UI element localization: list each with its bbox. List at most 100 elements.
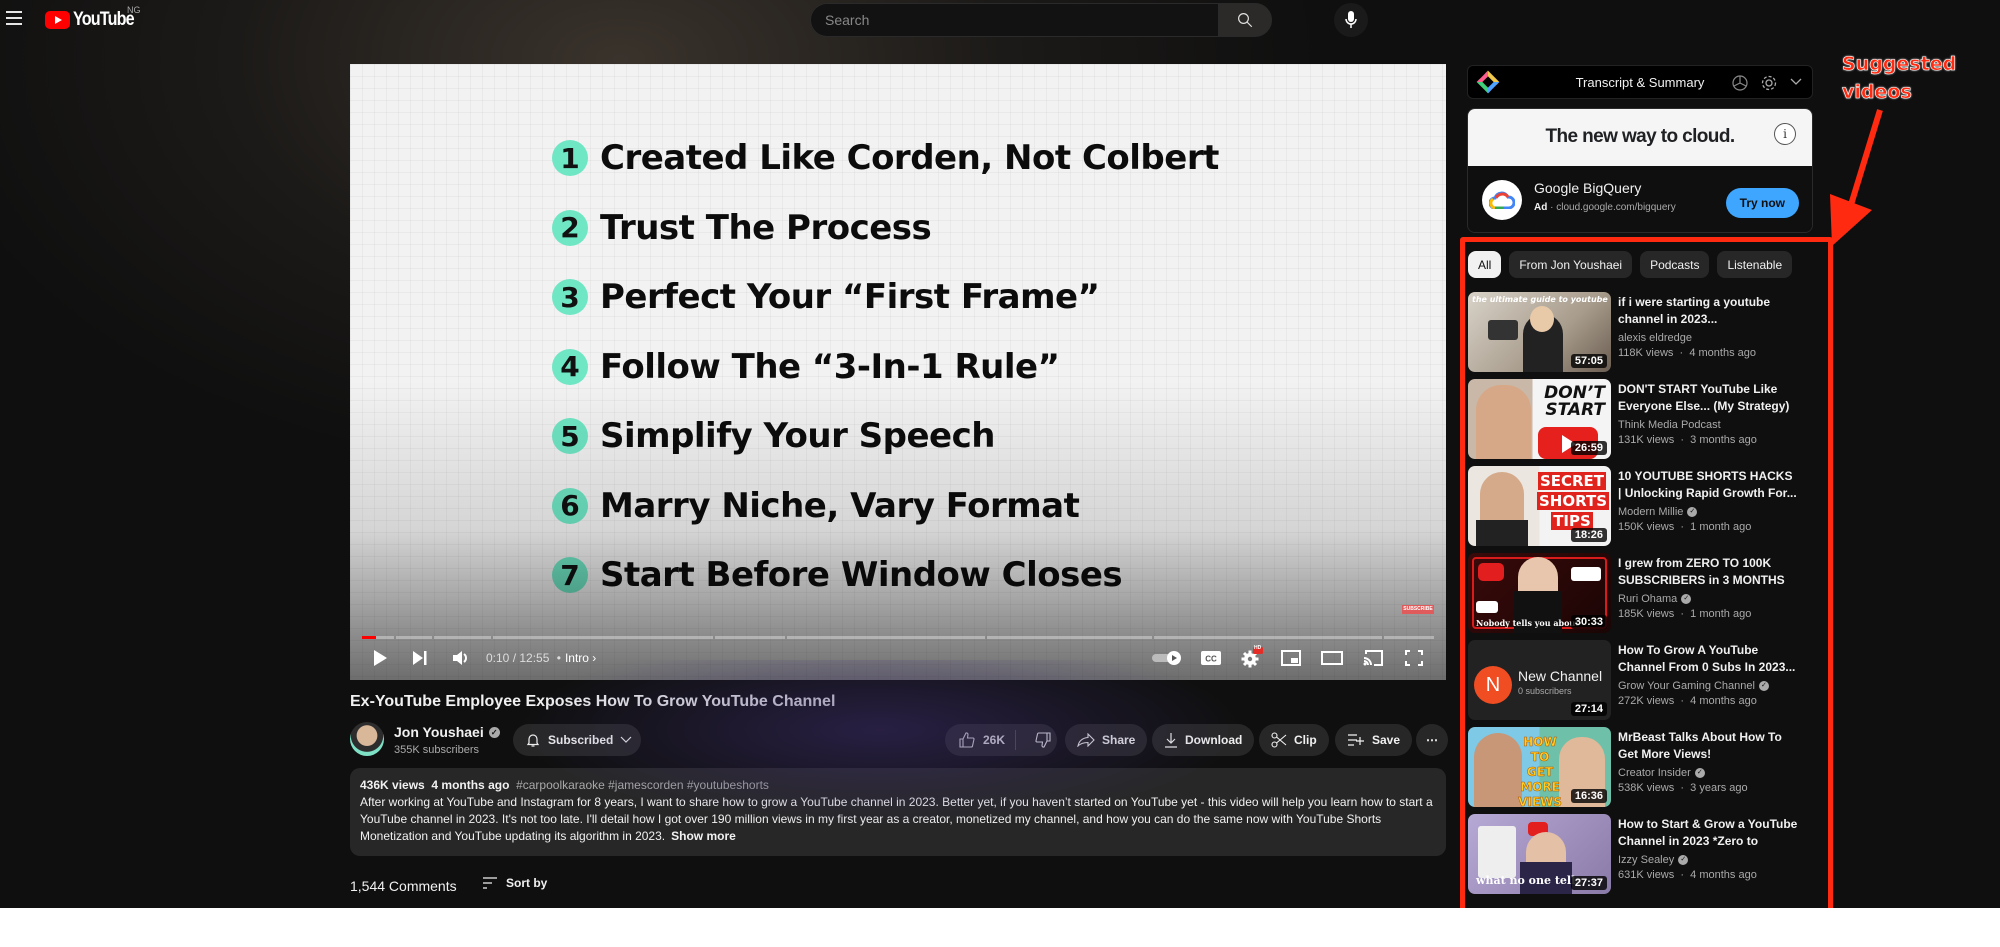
slide-item: 7 Start Before Window Closes bbox=[552, 555, 1219, 595]
video-player[interactable]: 1 Created Like Corden, Not Colbert 2 Trust … bbox=[350, 64, 1446, 680]
video-channel[interactable]: Think Media Podcast bbox=[1618, 419, 1721, 431]
video-age: 4 months ago bbox=[1690, 869, 1757, 881]
suggested-video-item[interactable]: DON’T START 26:59 DON'T START YouTube Li… bbox=[1468, 379, 1798, 466]
thumbnail-text: Nobody tells you about bbox=[1476, 618, 1579, 628]
youtube-logo[interactable]: YouTube NG bbox=[45, 5, 144, 31]
share-button[interactable]: Share bbox=[1065, 724, 1148, 756]
video-title[interactable]: How To Grow A YouTube Channel From 0 Sub… bbox=[1618, 642, 1798, 676]
video-title[interactable]: I grew from ZERO TO 100K SUBSCRIBERS in … bbox=[1618, 555, 1798, 589]
captions-button[interactable]: CC bbox=[1200, 646, 1222, 670]
miniplayer-button[interactable] bbox=[1280, 646, 1302, 670]
dislike-button[interactable] bbox=[1023, 732, 1063, 748]
try-now-button[interactable]: Try now bbox=[1725, 188, 1799, 218]
voice-search-button[interactable] bbox=[1334, 3, 1368, 37]
thumbnail-text: DON’T START bbox=[1544, 383, 1605, 420]
video-channel[interactable]: alexis eldredge bbox=[1618, 332, 1692, 344]
filter-chip[interactable]: From Jon Youshaei bbox=[1509, 251, 1633, 278]
more-actions-button[interactable]: ⋯ bbox=[1416, 724, 1448, 756]
chevron-down-icon[interactable] bbox=[1790, 78, 1802, 86]
theater-mode-icon bbox=[1321, 651, 1343, 665]
download-button[interactable]: Download bbox=[1152, 724, 1255, 756]
video-duration: 27:37 bbox=[1570, 876, 1607, 890]
info-icon[interactable]: i bbox=[1774, 123, 1796, 145]
sort-comments-button[interactable]: Sort by bbox=[482, 876, 547, 890]
video-title[interactable]: if i were starting a youtube channel in … bbox=[1618, 294, 1798, 328]
video-title[interactable]: DON'T START YouTube Like Everyone Else..… bbox=[1618, 381, 1798, 415]
cast-button[interactable] bbox=[1362, 646, 1384, 670]
chapter-button[interactable]: Intro bbox=[565, 651, 589, 665]
search-input[interactable] bbox=[810, 3, 1218, 37]
search-button[interactable] bbox=[1218, 3, 1272, 37]
thumbnail-text: the ultimate guide to youtube bbox=[1472, 295, 1608, 304]
video-channel[interactable]: Grow Your Gaming Channel ✓ bbox=[1618, 680, 1769, 692]
thumbnail-text: New Channel bbox=[1518, 668, 1603, 684]
channel-name[interactable]: Jon Youshaei ✓ bbox=[394, 724, 500, 740]
suggested-video-item[interactable]: HOW TO GET MORE VIEWS 16:36 MrBeast Talk… bbox=[1468, 727, 1798, 814]
microphone-icon bbox=[1345, 11, 1357, 28]
thumbs-up-icon bbox=[959, 732, 975, 748]
video-stats: 185K views · 1 month ago bbox=[1618, 608, 1752, 620]
save-button[interactable]: Save bbox=[1335, 724, 1413, 756]
fullscreen-button[interactable] bbox=[1404, 646, 1424, 670]
description-box[interactable]: 436K views 4 months ago #carpoolkaraoke … bbox=[350, 768, 1446, 856]
hashtags[interactable]: #carpoolkaraoke #jamescorden #youtubesho… bbox=[516, 778, 769, 792]
video-thumbnail[interactable]: what no one tells 27:37 bbox=[1468, 814, 1611, 894]
video-title[interactable]: 10 YOUTUBE SHORTS HACKS | Unlocking Rapi… bbox=[1618, 468, 1798, 502]
slide-text: Simplify Your Speech bbox=[600, 416, 995, 456]
suggested-video-item[interactable]: what no one tells 27:37 How to Start & G… bbox=[1468, 814, 1798, 901]
openai-icon[interactable] bbox=[1731, 74, 1749, 92]
verified-icon: ✓ bbox=[1681, 594, 1692, 604]
slide-text: Perfect Your “First Frame” bbox=[600, 277, 1100, 317]
suggested-video-item[interactable]: the ultimate guide to youtube 57:05 if i… bbox=[1468, 292, 1798, 379]
verified-icon: ✓ bbox=[1678, 855, 1689, 865]
hamburger-icon[interactable] bbox=[6, 11, 22, 25]
thumbnail-text: what no one tells bbox=[1476, 874, 1582, 887]
slide-text: Trust The Process bbox=[600, 207, 932, 248]
video-thumbnail[interactable]: Nobody tells you about 30:33 bbox=[1468, 553, 1611, 633]
slide-item: 6 Marry Niche, Vary Format bbox=[552, 485, 1219, 526]
annotation-arrow-icon bbox=[1830, 109, 1883, 246]
video-thumbnail[interactable]: SECRET SHORTS TIPS 18:26 bbox=[1468, 466, 1611, 546]
video-title[interactable]: MrBeast Talks About How To Get More View… bbox=[1618, 729, 1798, 763]
filter-chip[interactable]: All bbox=[1468, 251, 1502, 278]
play-button[interactable] bbox=[370, 646, 390, 670]
filter-chips: All From Jon Youshaei Podcasts Listenable bbox=[1468, 251, 1793, 278]
like-button[interactable]: 26K bbox=[945, 730, 1017, 750]
video-thumbnail[interactable]: the ultimate guide to youtube 57:05 bbox=[1468, 292, 1611, 372]
gear-icon[interactable] bbox=[1760, 74, 1778, 92]
video-thumbnail[interactable]: HOW TO GET MORE VIEWS 16:36 bbox=[1468, 727, 1611, 807]
suggested-video-item[interactable]: SECRET SHORTS TIPS 18:26 10 YOUTUBE SHORTS… bbox=[1468, 466, 1798, 553]
suggested-video-item[interactable]: N New Channel 0 subscribers 27:14 How To G… bbox=[1468, 640, 1798, 727]
autoplay-toggle[interactable] bbox=[1152, 646, 1182, 670]
filter-chip[interactable]: Listenable bbox=[1717, 251, 1793, 278]
transcript-summary-extension[interactable]: Transcript & Summary bbox=[1467, 65, 1813, 99]
slide-item: 5 Simplify Your Speech bbox=[552, 416, 1219, 456]
filter-chip[interactable]: Podcasts bbox=[1640, 251, 1710, 278]
show-more-button[interactable]: Show more bbox=[671, 829, 736, 843]
slide-text: Marry Niche, Vary Format bbox=[600, 485, 1080, 526]
video-thumbnail[interactable]: DON’T START 26:59 bbox=[1468, 379, 1611, 459]
subscriber-count: 355K subscribers bbox=[394, 744, 479, 756]
video-channel[interactable]: Ruri Ohama ✓ bbox=[1618, 593, 1692, 605]
ad-banner[interactable]: The new way to cloud. i bbox=[1468, 109, 1812, 166]
video-age: 4 months ago bbox=[1689, 347, 1756, 359]
settings-button[interactable]: HD bbox=[1240, 645, 1264, 670]
subscribe-watermark[interactable]: SUBSCRIBE bbox=[1402, 605, 1434, 614]
channel-avatar[interactable] bbox=[350, 722, 384, 756]
time-display: 0:10 / 12:55 • Intro › bbox=[486, 651, 597, 665]
subscribe-button[interactable]: Subscribed bbox=[513, 724, 641, 756]
video-stats: 631K views · 4 months ago bbox=[1618, 869, 1757, 881]
current-time: 0:10 bbox=[486, 651, 510, 665]
clip-button[interactable]: Clip bbox=[1259, 724, 1329, 756]
video-channel[interactable]: Modern Millie ✓ bbox=[1618, 506, 1698, 518]
theater-mode-button[interactable] bbox=[1320, 646, 1344, 670]
extension-title: Transcript & Summary bbox=[1575, 75, 1705, 90]
next-button[interactable] bbox=[410, 646, 430, 670]
video-thumbnail[interactable]: N New Channel 0 subscribers 27:14 bbox=[1468, 640, 1611, 720]
sponsored-ad[interactable]: The new way to cloud. i Google BigQuery … bbox=[1467, 108, 1813, 233]
video-title[interactable]: How to Start & Grow a YouTube Channel in… bbox=[1618, 816, 1798, 850]
video-channel[interactable]: Izzy Sealey ✓ bbox=[1618, 854, 1689, 866]
volume-button[interactable] bbox=[450, 646, 472, 670]
suggested-video-item[interactable]: Nobody tells you about 30:33 I grew from… bbox=[1468, 553, 1798, 640]
video-channel[interactable]: Creator Insider ✓ bbox=[1618, 767, 1705, 779]
